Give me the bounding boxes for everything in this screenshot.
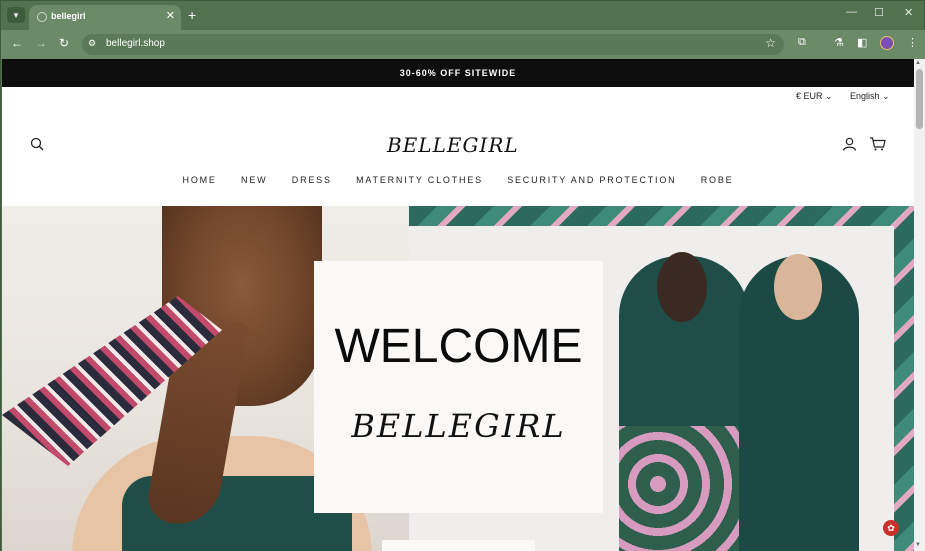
tab-title: bellegirl xyxy=(51,11,86,21)
model-figure-2 xyxy=(739,254,859,551)
scroll-up-icon[interactable]: ▲ xyxy=(915,60,921,66)
labs-icon[interactable]: ⚗ xyxy=(834,36,844,49)
minimize-button[interactable]: — xyxy=(846,6,857,18)
browser-toolbar: ← → ↻ ⚙ bellegirl.shop ☆ ⧉ ⚗ ◧ ⋮ xyxy=(1,30,925,59)
nav-item-maternity[interactable]: MATERNITY CLOTHES xyxy=(356,175,483,185)
url-text[interactable]: bellegirl.shop xyxy=(106,38,165,49)
page-viewport: 30-60% OFF SITEWIDE € EUR ⌄ English ⌄ BE… xyxy=(2,59,914,551)
profile-avatar[interactable] xyxy=(880,36,894,50)
bookmark-star-icon[interactable]: ☆ xyxy=(765,36,776,50)
model-face-2 xyxy=(774,254,822,320)
scrollbar-thumb[interactable] xyxy=(916,69,923,129)
site-info-icon[interactable]: ⚙ xyxy=(88,38,96,49)
hero-brand: BELLEGIRL xyxy=(351,407,566,445)
forward-icon[interactable]: → xyxy=(35,36,47,50)
search-icon[interactable] xyxy=(30,137,44,154)
scroll-down-icon[interactable]: ▼ xyxy=(915,542,921,548)
browser-window: ▾ bellegirl ✕ + — ☐ ✕ ← → ↻ ⚙ bellegirl.… xyxy=(0,0,925,551)
hero-banner[interactable]: WELCOME BELLEGIRL xyxy=(2,206,914,551)
browser-menu-icon[interactable]: ⋮ xyxy=(907,36,918,49)
tab-bellegirl[interactable]: bellegirl ✕ xyxy=(29,5,181,30)
main-nav: HOME NEW DRESS MATERNITY CLOTHES SECURIT… xyxy=(2,175,914,185)
maximize-button[interactable]: ☐ xyxy=(874,6,884,19)
account-icon[interactable] xyxy=(842,137,857,154)
announcement-bar: 30-60% OFF SITEWIDE xyxy=(2,59,914,87)
welcome-card: WELCOME BELLEGIRL xyxy=(314,261,603,513)
floral-skirt xyxy=(619,426,749,551)
model-face-1 xyxy=(657,252,707,322)
extensions-icon[interactable]: ⧉ xyxy=(798,36,806,49)
nav-item-robe[interactable]: ROBE xyxy=(701,175,734,185)
language-selector[interactable]: English ⌄ xyxy=(850,91,890,102)
nav-item-new[interactable]: NEW xyxy=(241,175,267,185)
hero-cta-button[interactable] xyxy=(382,540,535,551)
side-panel-icon[interactable]: ◧ xyxy=(857,36,867,49)
nav-item-security[interactable]: SECURITY AND PROTECTION xyxy=(507,175,676,185)
nav-item-dress[interactable]: DRESS xyxy=(292,175,332,185)
site-logo[interactable]: BELLEGIRL xyxy=(387,133,519,157)
close-window-button[interactable]: ✕ xyxy=(904,6,913,19)
model-figure-1 xyxy=(619,252,749,551)
reload-icon[interactable]: ↻ xyxy=(59,36,69,50)
currency-selector[interactable]: € EUR ⌄ xyxy=(796,91,833,102)
nav-item-home[interactable]: HOME xyxy=(183,175,217,185)
new-tab-button[interactable]: + xyxy=(188,7,196,23)
favicon-icon xyxy=(37,12,47,22)
tab-strip: ▾ bellegirl ✕ + — ☐ ✕ xyxy=(1,1,925,30)
chat-badge-icon[interactable]: ✿ xyxy=(883,520,899,536)
hero-title: WELCOME xyxy=(334,320,583,373)
tab-search-button[interactable]: ▾ xyxy=(7,7,25,23)
tab-close-icon[interactable]: ✕ xyxy=(166,9,175,22)
cart-icon[interactable] xyxy=(869,137,886,154)
page-scrollbar[interactable]: ▲ ▼ xyxy=(914,59,925,551)
address-bar[interactable]: ⚙ bellegirl.shop ☆ xyxy=(82,34,784,55)
back-icon[interactable]: ← xyxy=(11,36,23,50)
